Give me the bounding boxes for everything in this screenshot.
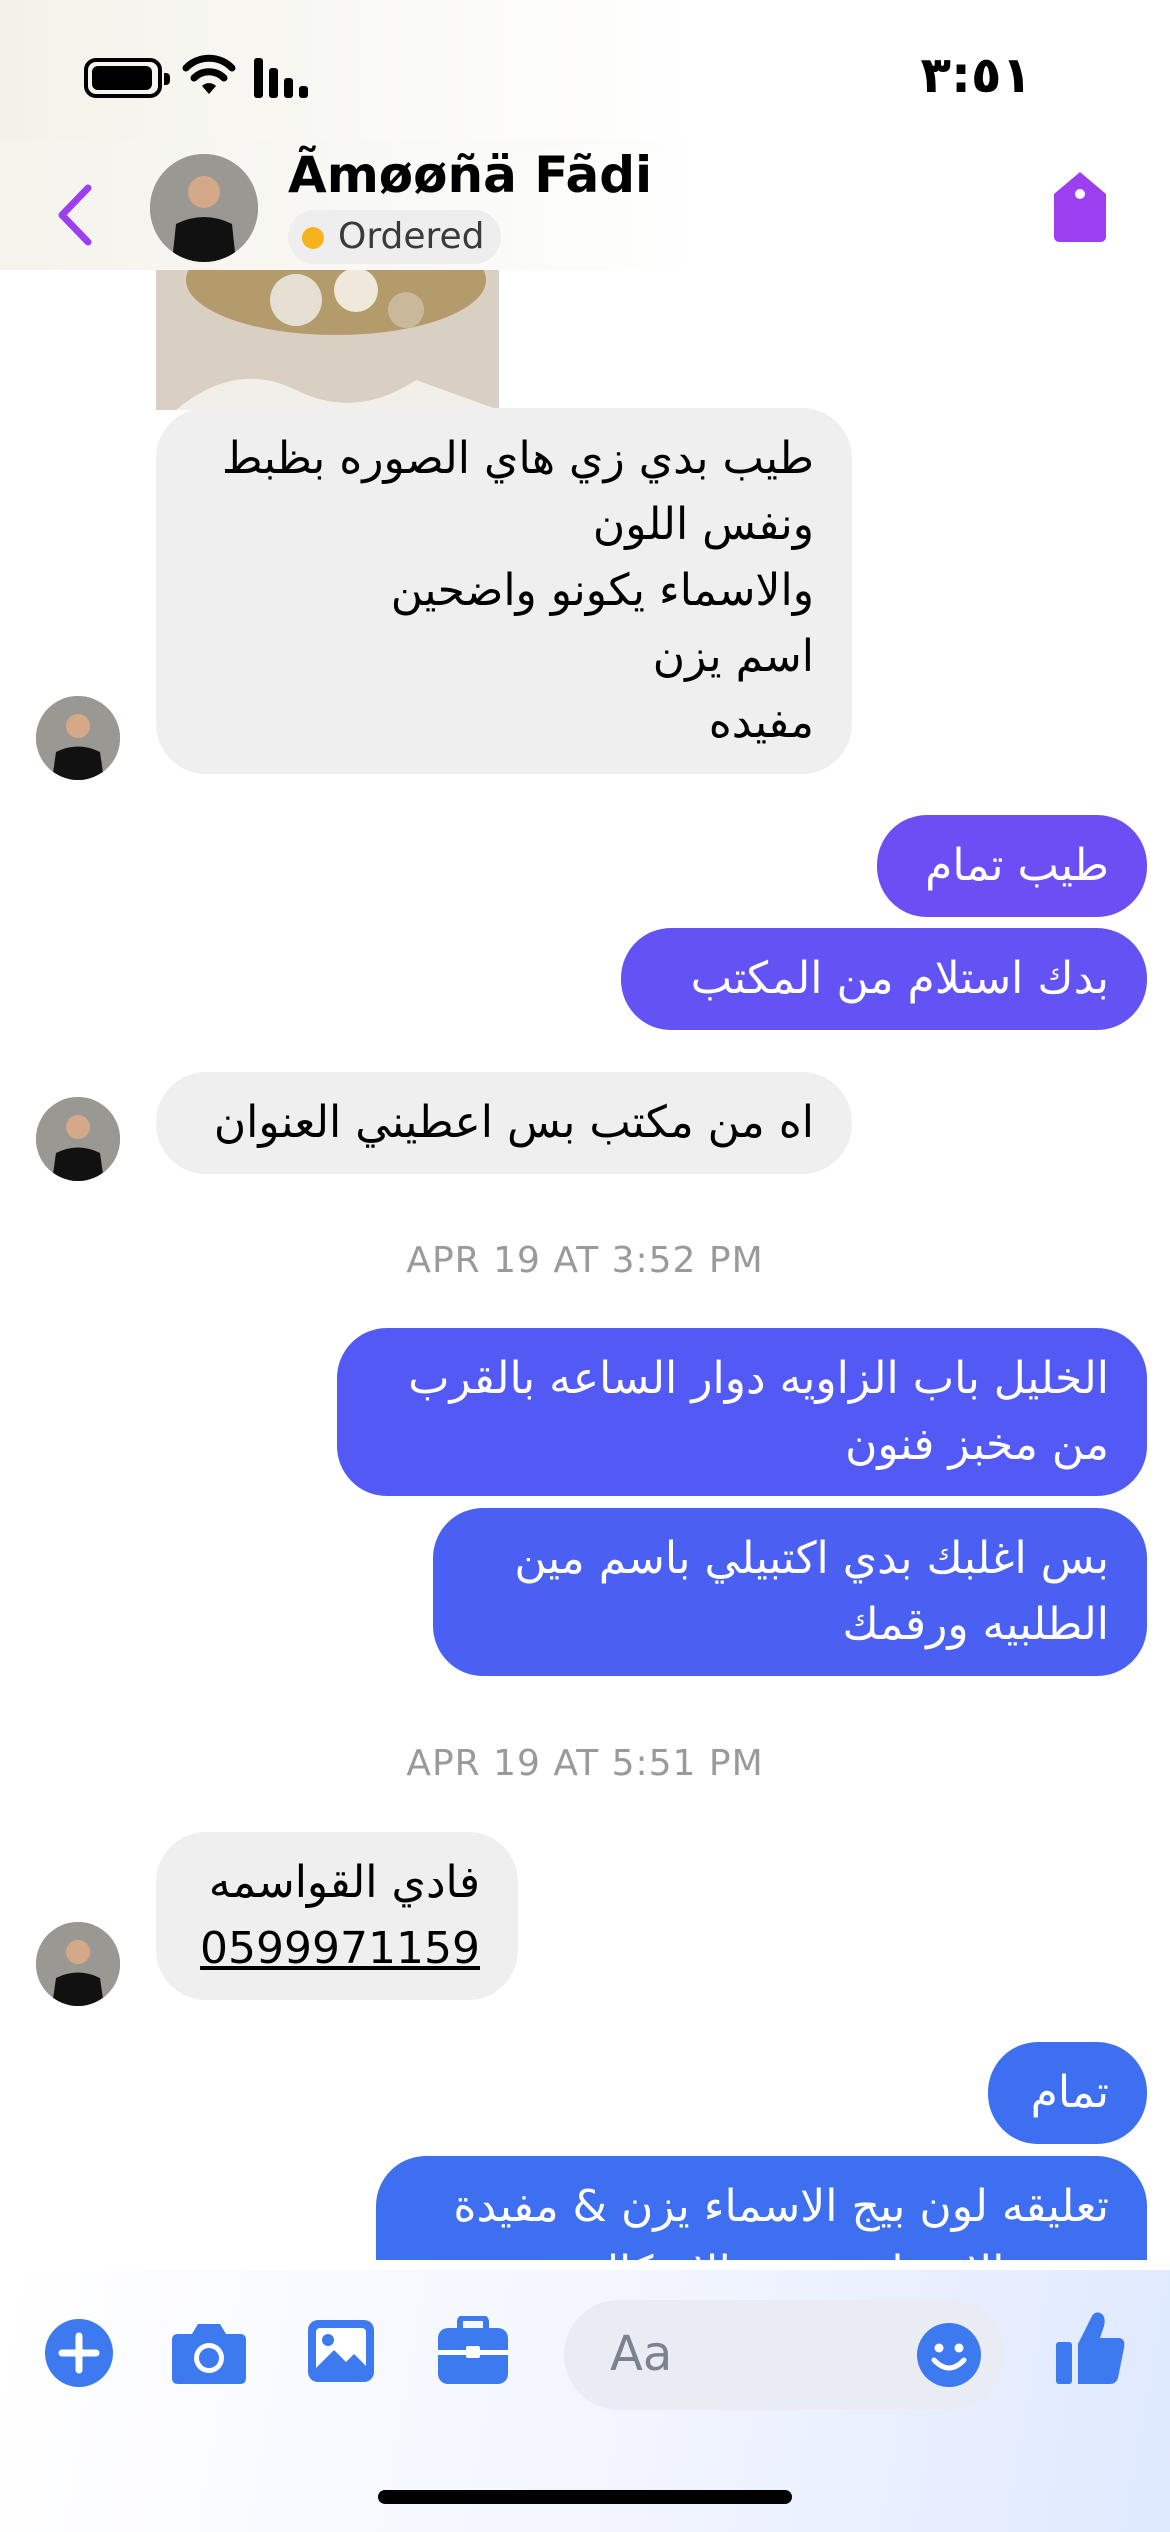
message-bubble-outgoing[interactable]: الخليل باب الزاويه دوار الساعه بالقرب من… [337,1328,1147,1496]
status-bar: ٣:٥١ [0,0,1170,150]
emoji-icon[interactable] [916,2322,982,2388]
status-time: ٣:٥١ [920,46,1032,104]
person-avatar-icon [36,1922,120,2006]
home-indicator[interactable] [378,2490,792,2504]
message-bubble-incoming[interactable]: اه من مكتب بس اعطيني العنوان [156,1072,852,1174]
briefcase-icon[interactable] [436,2316,510,2386]
message-bubble-incoming[interactable]: طيب بدي زي هاي الصوره بظبط ونفس اللون وا… [156,408,852,774]
plus-icon[interactable] [44,2318,114,2388]
status-dot [302,227,324,249]
message-input-placeholder: Aa [610,2326,673,2382]
wifi-icon [182,54,236,94]
message-input[interactable]: Aa [564,2300,1004,2410]
sender-avatar[interactable] [36,696,120,780]
message-bubble-outgoing[interactable]: تمام [988,2042,1147,2144]
message-bubble-outgoing[interactable]: بدك استلام من المكتب [621,928,1147,1030]
message-bubble-outgoing[interactable]: بس اغلبك بدي اكتبيلي باسم مين الطلبيه ور… [433,1508,1147,1676]
person-avatar-icon [150,154,258,262]
order-status-badge[interactable]: Ordered [288,210,501,264]
signal-icon [254,58,308,98]
photo-image [156,270,499,410]
shared-photo[interactable] [156,270,499,410]
sender-avatar[interactable] [36,1097,120,1181]
sender-avatar[interactable] [36,1922,120,2006]
contact-name[interactable]: Ãmøøñä Fãdi [288,146,652,204]
chat-header: Ãmøøñä Fãdi Ordered [0,140,1170,270]
phone-number-link[interactable]: 0599971159 [194,1916,480,1982]
camera-icon[interactable] [170,2320,248,2386]
message-bubble-incoming[interactable]: فادي القواسمه 0599971159 [156,1832,518,2000]
person-avatar-icon [36,696,120,780]
battery-icon [84,58,170,98]
back-chevron-icon[interactable] [50,180,100,250]
thumbs-up-icon[interactable] [1054,2310,1126,2386]
timestamp-divider: APR 19 AT 3:52 PM [406,1240,764,1281]
tag-icon[interactable] [1050,170,1110,244]
message-bubble-outgoing[interactable]: طيب تمام [877,815,1147,917]
person-avatar-icon [36,1097,120,1181]
gallery-icon[interactable] [306,2318,376,2384]
order-status-label: Ordered [338,216,485,257]
timestamp-divider: APR 19 AT 5:51 PM [406,1743,764,1784]
message-list[interactable]: طيب بدي زي هاي الصوره بظبط ونفس اللون وا… [0,270,1170,2260]
contact-avatar[interactable] [150,154,258,262]
message-bubble-outgoing[interactable]: تعليقه لون بيج الاسماء يزن & مفيدة نفس ا… [376,2156,1147,2260]
